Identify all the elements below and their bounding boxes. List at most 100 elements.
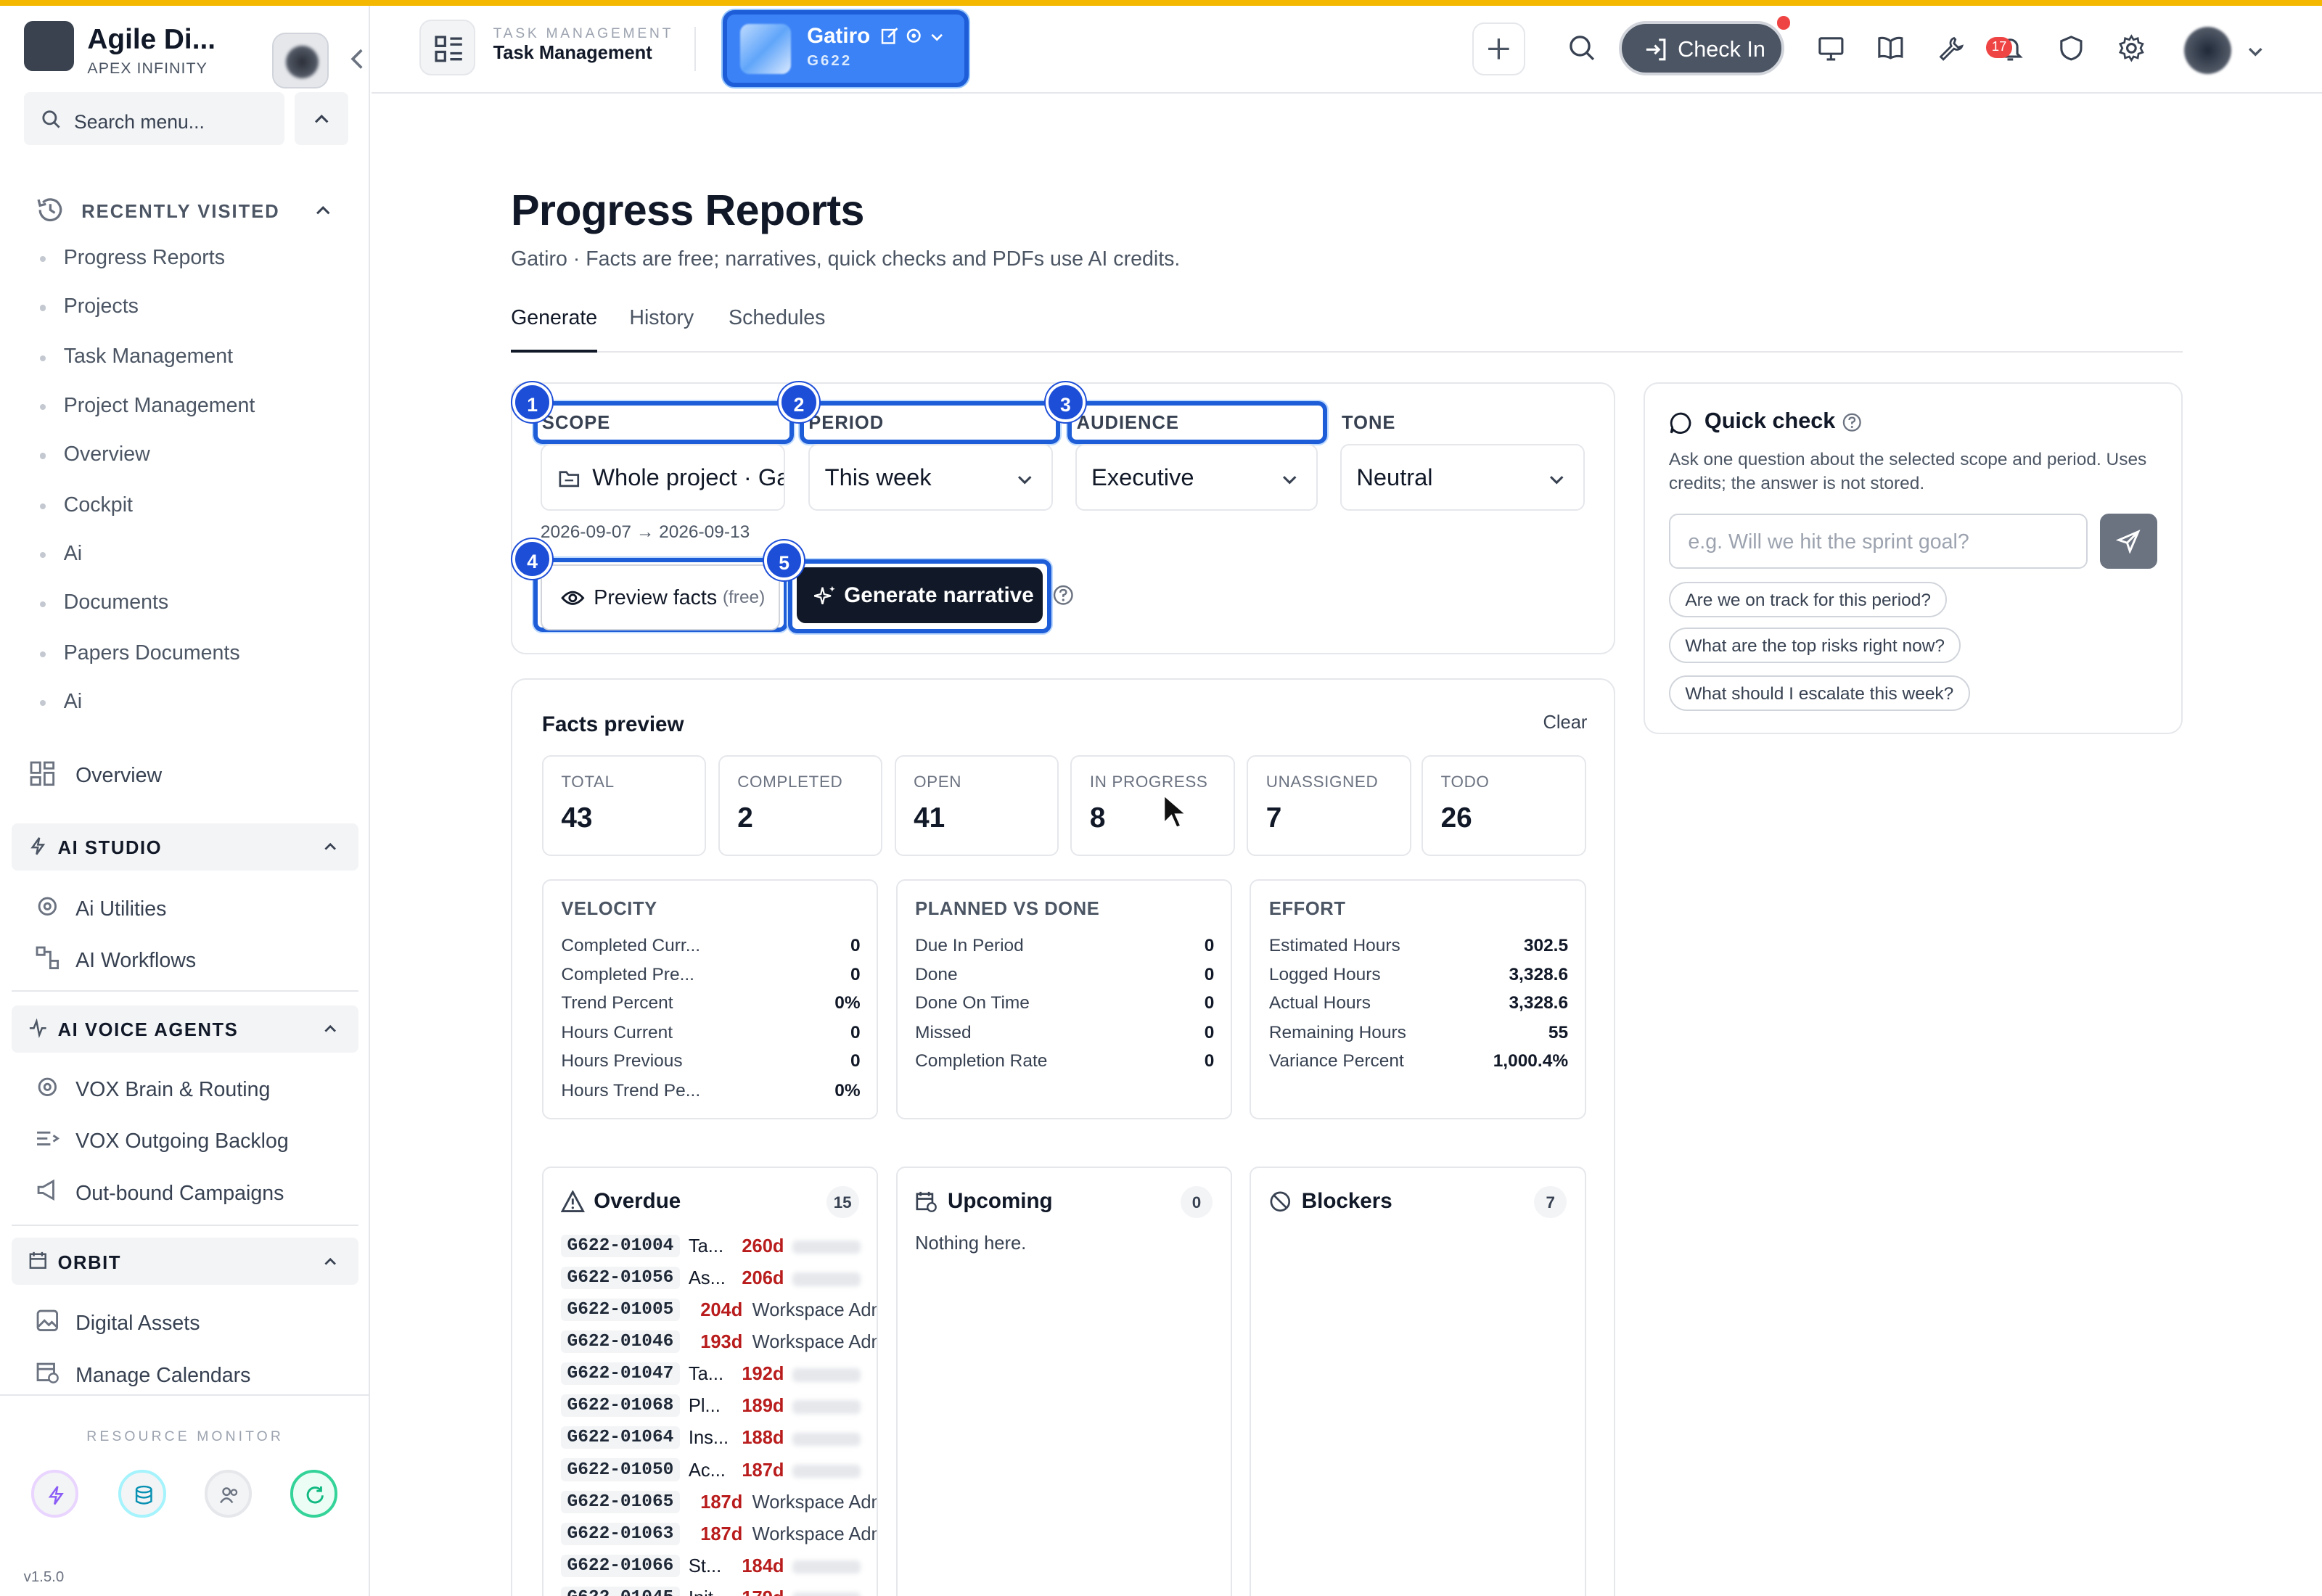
add-button[interactable] [1472,22,1526,76]
sidebar-item-vox-brain[interactable]: VOX Brain & Routing [36,1075,347,1108]
brand[interactable]: Agile Di... APEX INFINITY [23,20,371,89]
audience-label: AUDIENCE [1076,413,1179,434]
task-id: G622-01068 [561,1394,680,1418]
recently-visited-header[interactable]: RECENTLY VISITED [36,195,347,228]
task-id: G622-01064 [561,1426,680,1449]
search-collapse-button[interactable] [295,91,348,145]
send-button[interactable] [2099,514,2158,569]
cpu-monitor-icon[interactable] [30,1470,79,1518]
tone-value: Neutral [1356,463,1433,490]
suggestion-chip[interactable]: What should I escalate this week? [1668,675,1970,711]
overdue-row[interactable]: G622-01064 Ins... 188d [561,1425,877,1455]
metric-row: Actual Hours 3,328.6 [1268,993,1569,1013]
overdue-row[interactable]: G622-01004 Ta... 260d [561,1233,877,1263]
overdue-days: 193d [700,1332,743,1353]
sidebar-item-outbound-campaigns[interactable]: Out-bound Campaigns [36,1178,347,1211]
blockers-list: Blockers 7 [1250,1167,1586,1596]
audience-select[interactable]: Executive [1075,444,1318,511]
tab-schedules[interactable]: Schedules [729,306,825,352]
period-select[interactable]: This week [808,444,1053,511]
gear-icon[interactable] [905,27,922,44]
search-input[interactable]: Search menu... [23,91,284,145]
tone-select[interactable]: Neutral [1340,444,1585,511]
overdue-row[interactable]: G622-01050 Ac... 187d [561,1457,877,1486]
tab-history[interactable]: History [629,306,694,352]
step-badge-2: 2 [779,382,819,422]
metric-row: Done 0 [915,965,1215,985]
overdue-row[interactable]: G622-01063 187d Workspace Admin [561,1521,877,1551]
security-button[interactable] [2045,22,2098,75]
alert-triangle-icon [561,1190,585,1212]
monitor-button[interactable] [1805,22,1858,75]
overdue-row[interactable]: G622-01047 Ta... 192d [561,1361,877,1391]
overdue-days: 188d [742,1428,784,1449]
blockers-count: 7 [1534,1185,1567,1219]
sidebar-item-digital-assets[interactable]: Digital Assets [36,1309,347,1341]
suggestion-chip[interactable]: Are we on track for this period? [1668,581,1948,617]
workspace-avatar[interactable] [272,32,329,89]
docs-button[interactable] [1864,22,1917,75]
overdue-row[interactable]: G622-01056 As... 206d [561,1265,877,1295]
sidebar-item-vox-backlog[interactable]: VOX Outgoing Backlog [36,1127,347,1159]
period-label: PERIOD [808,413,885,434]
chevron-up-icon [324,1025,336,1032]
project-switcher[interactable]: Gatiro G622 [722,10,969,88]
redacted-owner [792,1368,861,1382]
group-orbit[interactable]: ORBIT [12,1238,358,1286]
task-id: G622-01066 [561,1554,680,1577]
group-ai-studio[interactable]: AI STUDIO [12,823,358,871]
database-monitor-icon[interactable] [118,1470,166,1518]
group-ai-voice-agents[interactable]: AI VOICE AGENTS [12,1005,358,1053]
preview-facts-button[interactable]: Preview facts (free) [540,564,781,631]
redacted-owner [792,1560,861,1574]
search-button[interactable] [1556,22,1609,75]
module-switcher-button[interactable] [419,19,476,76]
overdue-row[interactable]: G622-01068 Pl... 189d [561,1393,877,1423]
image-icon [36,1309,58,1332]
quick-check-input[interactable]: e.g. Will we hit the sprint goal? [1668,514,2088,569]
overdue-row[interactable]: G622-01046 193d Workspace Admin [561,1329,877,1359]
settings-button[interactable] [2106,22,2159,75]
help-icon[interactable] [1053,585,1074,606]
overdue-row[interactable]: G622-01005 204d Workspace Admin [561,1297,877,1327]
suggestion-chip[interactable]: What are the top risks right now? [1668,628,1961,664]
upcoming-empty: Nothing here. [915,1233,1027,1254]
collapse-sidebar-icon[interactable] [350,47,364,75]
edit-icon[interactable] [881,27,898,44]
redacted-owner [792,1241,861,1254]
tab-generate[interactable]: Generate [511,306,598,353]
sidebar-item-manage-calendars[interactable]: Manage Calendars [36,1360,347,1393]
gear-icon [2119,34,2145,62]
blockers-title: Blockers [1301,1188,1392,1213]
refresh-icon[interactable] [290,1470,338,1518]
overdue-row[interactable]: G622-01045 Init... 179d [561,1585,877,1596]
stat-card: COMPLETED 2 [718,754,883,856]
sidebar-item-ai-workflows[interactable]: AI Workflows [36,946,347,979]
check-in-button[interactable]: Check In [1618,16,1791,76]
chevron-down-icon[interactable] [2247,43,2264,60]
sidebar-item-overview[interactable]: Overview [30,761,341,794]
chevron-down-icon[interactable] [930,30,944,44]
message-circle-icon [1670,412,1691,435]
divider [12,1224,358,1226]
user-avatar[interactable] [2184,26,2232,75]
planned-vs-done-block: PLANNED VS DONE Due In Period 0 Done 0 Don… [895,879,1232,1119]
chevron-down-icon [1549,475,1564,485]
stat-card: UNASSIGNED 7 [1247,754,1411,856]
overdue-row[interactable]: G622-01066 St... 184d [561,1553,877,1583]
generate-narrative-button[interactable]: Generate narrative [796,567,1043,624]
step-badge-5: 5 [764,540,805,580]
mouse-cursor-icon [1162,793,1189,829]
help-icon[interactable] [1842,413,1862,432]
divider [12,990,358,992]
tools-button[interactable] [1925,22,1978,75]
scope-select[interactable]: Whole project · Gatiro [540,444,785,511]
metric-row: Hours Previous 0 [561,1050,861,1071]
sidebar-item-ai-utilities[interactable]: Ai Utilities [36,894,347,927]
section-title: Task Management [493,43,652,64]
clear-button[interactable]: Clear [1543,712,1587,733]
overdue-row[interactable]: G622-01065 187d Workspace Admin [561,1489,877,1519]
workflow-icon [36,946,59,970]
users-monitor-icon[interactable] [204,1470,252,1518]
task-id: G622-01046 [561,1330,680,1354]
